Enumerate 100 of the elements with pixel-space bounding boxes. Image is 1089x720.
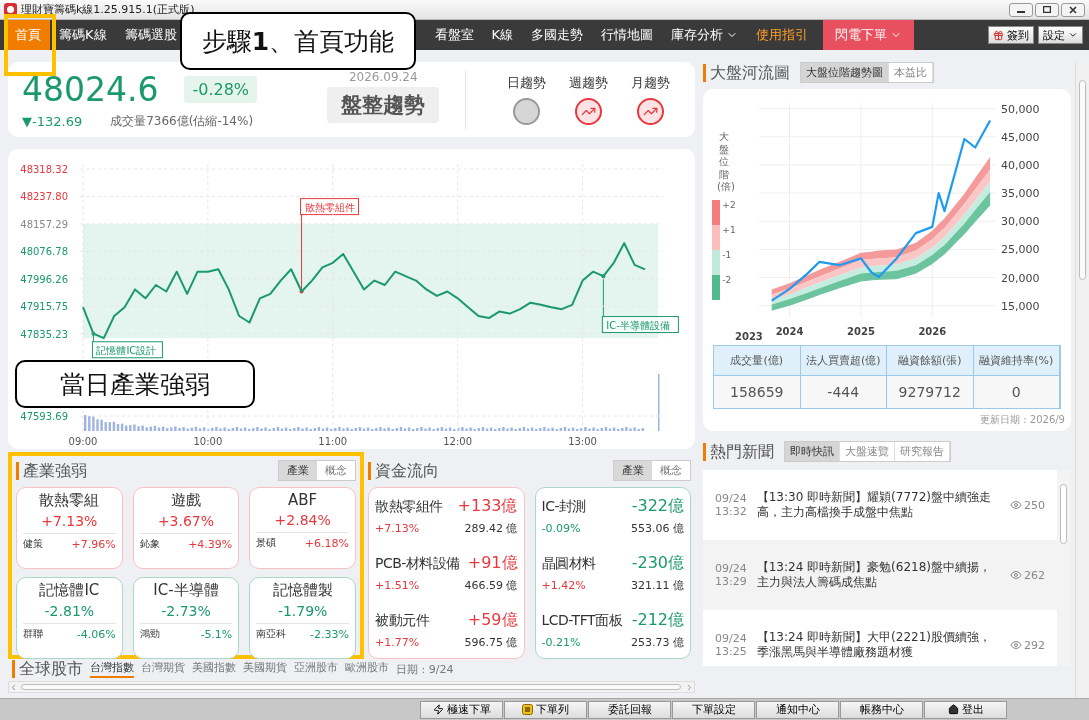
industry-name: PCB-材料設備 (375, 555, 460, 573)
toolbar-button[interactable]: 下單列 (504, 700, 587, 719)
fund-flow-value: -322億 (631, 496, 684, 517)
axis-label: 45,000 (1001, 130, 1040, 144)
nav-tab[interactable]: 使用指引 (747, 20, 818, 50)
settings-button[interactable]: 設定 (1038, 26, 1083, 44)
news-item[interactable]: 09/24 13:29 【13:24 即時新聞】豪勉(6218)盤中續揚，主力與法人籌碼成焦點 262 (703, 540, 1057, 610)
axis-label: 48157.29 (20, 218, 68, 230)
stock-name: 健策 (23, 537, 43, 551)
news-tab[interactable]: 研究報告 (895, 442, 950, 461)
news-tab[interactable]: 即時快訊 (785, 442, 840, 461)
industry-name: LCD-TFT面板 (541, 612, 623, 630)
axis-label: 11:00 (318, 436, 348, 447)
industry-change: +1.42% (541, 579, 586, 592)
industry-card[interactable]: 遊戲 +3.67% 鈊象 +4.39% (132, 487, 240, 569)
industry-change: +7.13% (41, 513, 98, 529)
stock-name: 鈊象 (139, 537, 160, 551)
toggle-tab[interactable]: 概念 (317, 461, 355, 480)
toggle-tab[interactable]: 概念 (652, 461, 690, 480)
industry-change: -0.21% (541, 636, 581, 649)
scroll-right-icon[interactable] (685, 682, 694, 692)
nav-tab[interactable]: 多國走勢 (522, 20, 593, 50)
toggle-tab[interactable]: 產業 (614, 461, 652, 480)
axis-label: 47915.75 (20, 301, 68, 313)
news-tab[interactable]: 大盤速覽 (840, 442, 895, 461)
industry-name: IC-封測 (541, 498, 586, 516)
section-title: 全球股市 (12, 660, 83, 678)
industry-change: +2.84% (274, 512, 331, 528)
axis-label: 40,000 (1001, 158, 1040, 172)
toolbar-button[interactable]: 帳務中心 (840, 700, 923, 719)
turnover-amount: 553.06 億 (631, 521, 684, 536)
industry-name: ABF (288, 491, 318, 509)
table-header: 融資維持率(%) (973, 346, 1060, 376)
axis-label: 48318.32 (20, 164, 68, 175)
nav-tab[interactable]: 行情地圖 (592, 20, 663, 50)
toolbar-button[interactable]: 登出 (924, 700, 1007, 719)
news-time: 13:32 (715, 505, 747, 518)
order-list-icon (522, 704, 533, 715)
news-date: 09/24 (715, 632, 747, 645)
market-tab[interactable]: 美國指數 (192, 660, 236, 678)
stock-change: +6.18% (304, 536, 349, 550)
axis-label: 47593.69 (20, 411, 68, 422)
industry-card[interactable]: 散熱零組 +7.13% 健策 +7.96% (16, 487, 123, 569)
industry-name: 散熱零組 (39, 491, 100, 510)
maximize-button[interactable] (1035, 2, 1059, 17)
market-tab[interactable]: 美國期貨 (243, 660, 287, 678)
market-tab[interactable]: 歐洲股市 (345, 660, 389, 678)
eye-icon (1010, 569, 1022, 581)
chart-tab[interactable]: 大盤位階趨勢圖 (801, 63, 889, 82)
scrollbar[interactable] (1057, 470, 1071, 666)
trend-button[interactable]: 盤整趨勢 (327, 86, 440, 123)
news-time: 13:29 (715, 575, 747, 588)
trend-label: 日趨勢 (507, 74, 547, 92)
fund-flow-value: -212億 (631, 610, 684, 631)
caret-icon (1068, 30, 1078, 40)
toolbar-button[interactable]: 通知中心 (756, 700, 839, 719)
view-count: 262 (1024, 568, 1045, 582)
news-headline: 【13:24 即時新聞】大甲(2221)股價續強，季漲黑馬與半導體廠務題材獲 (756, 630, 992, 660)
change-percent: -0.28% (184, 75, 258, 103)
news-item[interactable]: 09/24 13:32 【13:30 即時新聞】耀穎(7772)盤中續強走高，主力高檔換手成盤中焦點 250 (703, 470, 1057, 540)
table-cell: -444 (800, 376, 887, 408)
toolbar-button[interactable]: 委託回報 (588, 700, 671, 719)
nav-tab[interactable]: 閃電下單 (823, 20, 915, 50)
industry-card[interactable]: IC-半導體 -2.73% 鴻勁 -5.1% (132, 577, 240, 659)
market-tab[interactable]: 亞洲股市 (294, 660, 338, 678)
toolbar-button[interactable]: 下單設定 (672, 700, 755, 719)
industry-card[interactable]: 記憶體製 -1.79% 南亞科 -2.33% (249, 577, 356, 659)
axis-label: 12:00 (443, 436, 473, 447)
news-time: 13:25 (715, 645, 747, 658)
market-tab[interactable]: 台灣指數 (90, 660, 134, 678)
scrollbar[interactable] (1075, 62, 1089, 698)
turnover-amount: 596.75 億 (464, 635, 518, 650)
industry-card[interactable]: 記憶體IC -2.81% 群聯 -4.06% (16, 577, 123, 659)
nav-tab[interactable]: 看盤室 (425, 20, 483, 50)
news-date: 09/24 (715, 562, 747, 575)
nav-tab[interactable]: 籌碼K線 (50, 20, 116, 50)
horizontal-scrollbar[interactable] (8, 681, 695, 693)
axis-label: 10:00 (193, 436, 223, 447)
news-item[interactable]: 09/24 13:25 【13:24 即時新聞】大甲(2221)股價續強，季漲黑馬與半導體廠務題材獲 292 (703, 610, 1057, 666)
check-in-button[interactable]: 簽到 (988, 26, 1034, 44)
nav-tab[interactable]: K線 (482, 20, 523, 50)
scroll-left-icon[interactable] (9, 682, 18, 692)
close-button[interactable] (1061, 2, 1085, 17)
step-tooltip: 當日產業強弱 (15, 360, 255, 408)
minimize-button[interactable] (1009, 2, 1033, 17)
industry-change: -1.79% (277, 603, 328, 619)
update-date: 更新日期 : 2026/9 (980, 413, 1065, 427)
market-tab[interactable]: 台灣期貨 (141, 660, 185, 678)
toolbar-button[interactable]: 極速下單 (420, 700, 503, 719)
turnover-amount: 466.59 億 (464, 578, 518, 593)
industry-card[interactable]: ABF +2.84% 景碩 +6.18% (249, 487, 356, 569)
nav-tab[interactable]: 庫存分析 (662, 20, 748, 50)
industry-name: IC-半導體 (153, 581, 219, 600)
fund-flow-value: -230億 (631, 553, 684, 574)
axis-label: 47996.26 (20, 273, 68, 285)
toggle-tab[interactable]: 產業 (279, 461, 317, 480)
industry-change: +7.13% (375, 522, 420, 535)
eye-icon (1010, 639, 1022, 651)
axis-label: 13:00 (568, 436, 597, 447)
chart-tab[interactable]: 本益比 (889, 63, 933, 82)
